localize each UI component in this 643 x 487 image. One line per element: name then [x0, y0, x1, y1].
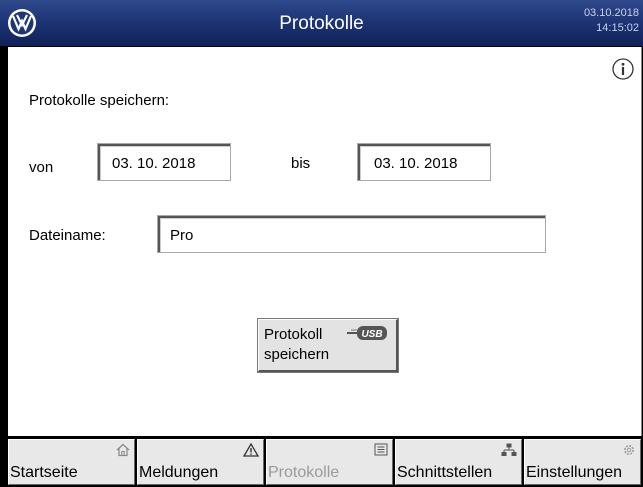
gear-icon: [624, 445, 634, 455]
datetime: 03.10.2018 14:15:02: [584, 6, 639, 36]
save-button-line2: speichern: [264, 346, 330, 363]
from-label: von: [29, 159, 54, 176]
tab-schnittstellen[interactable]: Schnittstellen: [395, 439, 522, 485]
tab-einstellungen[interactable]: Einstellungen: [524, 439, 641, 485]
usb-icon: USB: [347, 326, 387, 340]
home-icon: [116, 443, 130, 457]
to-date-value: 03. 10. 2018: [374, 155, 458, 172]
info-icon[interactable]: [612, 58, 634, 80]
svg-text:USB: USB: [361, 329, 382, 340]
to-date-field[interactable]: 03. 10. 2018: [357, 143, 491, 181]
save-button-label: Protokoll speichern: [264, 325, 329, 365]
tab-protokolle[interactable]: Protokolle: [266, 439, 393, 485]
tab-meldungen[interactable]: Meldungen: [137, 439, 264, 485]
tab-label: Protokolle: [268, 464, 340, 481]
filename-value: Pro: [170, 227, 194, 244]
screen: Protokolle 03.10.2018 14:15:02 Protokoll…: [0, 0, 643, 487]
save-button-line1: Protokoll: [264, 326, 323, 343]
from-date-field[interactable]: 03. 10. 2018: [97, 143, 231, 181]
time-text: 14:15:02: [596, 22, 639, 34]
warning-icon: [243, 443, 259, 457]
network-icon: [501, 443, 517, 456]
to-label: bis: [291, 155, 311, 172]
content-panel: Protokolle speichern: von 03. 10. 2018 b…: [8, 47, 642, 436]
from-date-value: 03. 10. 2018: [112, 155, 196, 172]
tab-startseite[interactable]: Startseite: [8, 439, 135, 485]
tab-label: Einstellungen: [526, 464, 623, 481]
bottom-nav: Startseite Meldungen Protokolle Schnitts…: [0, 436, 643, 487]
list-icon: [374, 443, 388, 456]
tab-label: Startseite: [10, 464, 78, 481]
filename-label: Dateiname:: [29, 227, 106, 244]
tab-label: Schnittstellen: [397, 464, 493, 481]
date-text: 03.10.2018: [583, 7, 639, 19]
section-label: Protokolle speichern:: [29, 92, 170, 109]
save-protocol-button[interactable]: Protokoll speichern USB: [257, 318, 399, 373]
title-bar: Protokolle 03.10.2018 14:15:02: [0, 0, 643, 46]
page-title: Protokolle: [279, 13, 364, 34]
filename-field[interactable]: Pro: [157, 215, 546, 253]
tab-label: Meldungen: [139, 464, 219, 481]
